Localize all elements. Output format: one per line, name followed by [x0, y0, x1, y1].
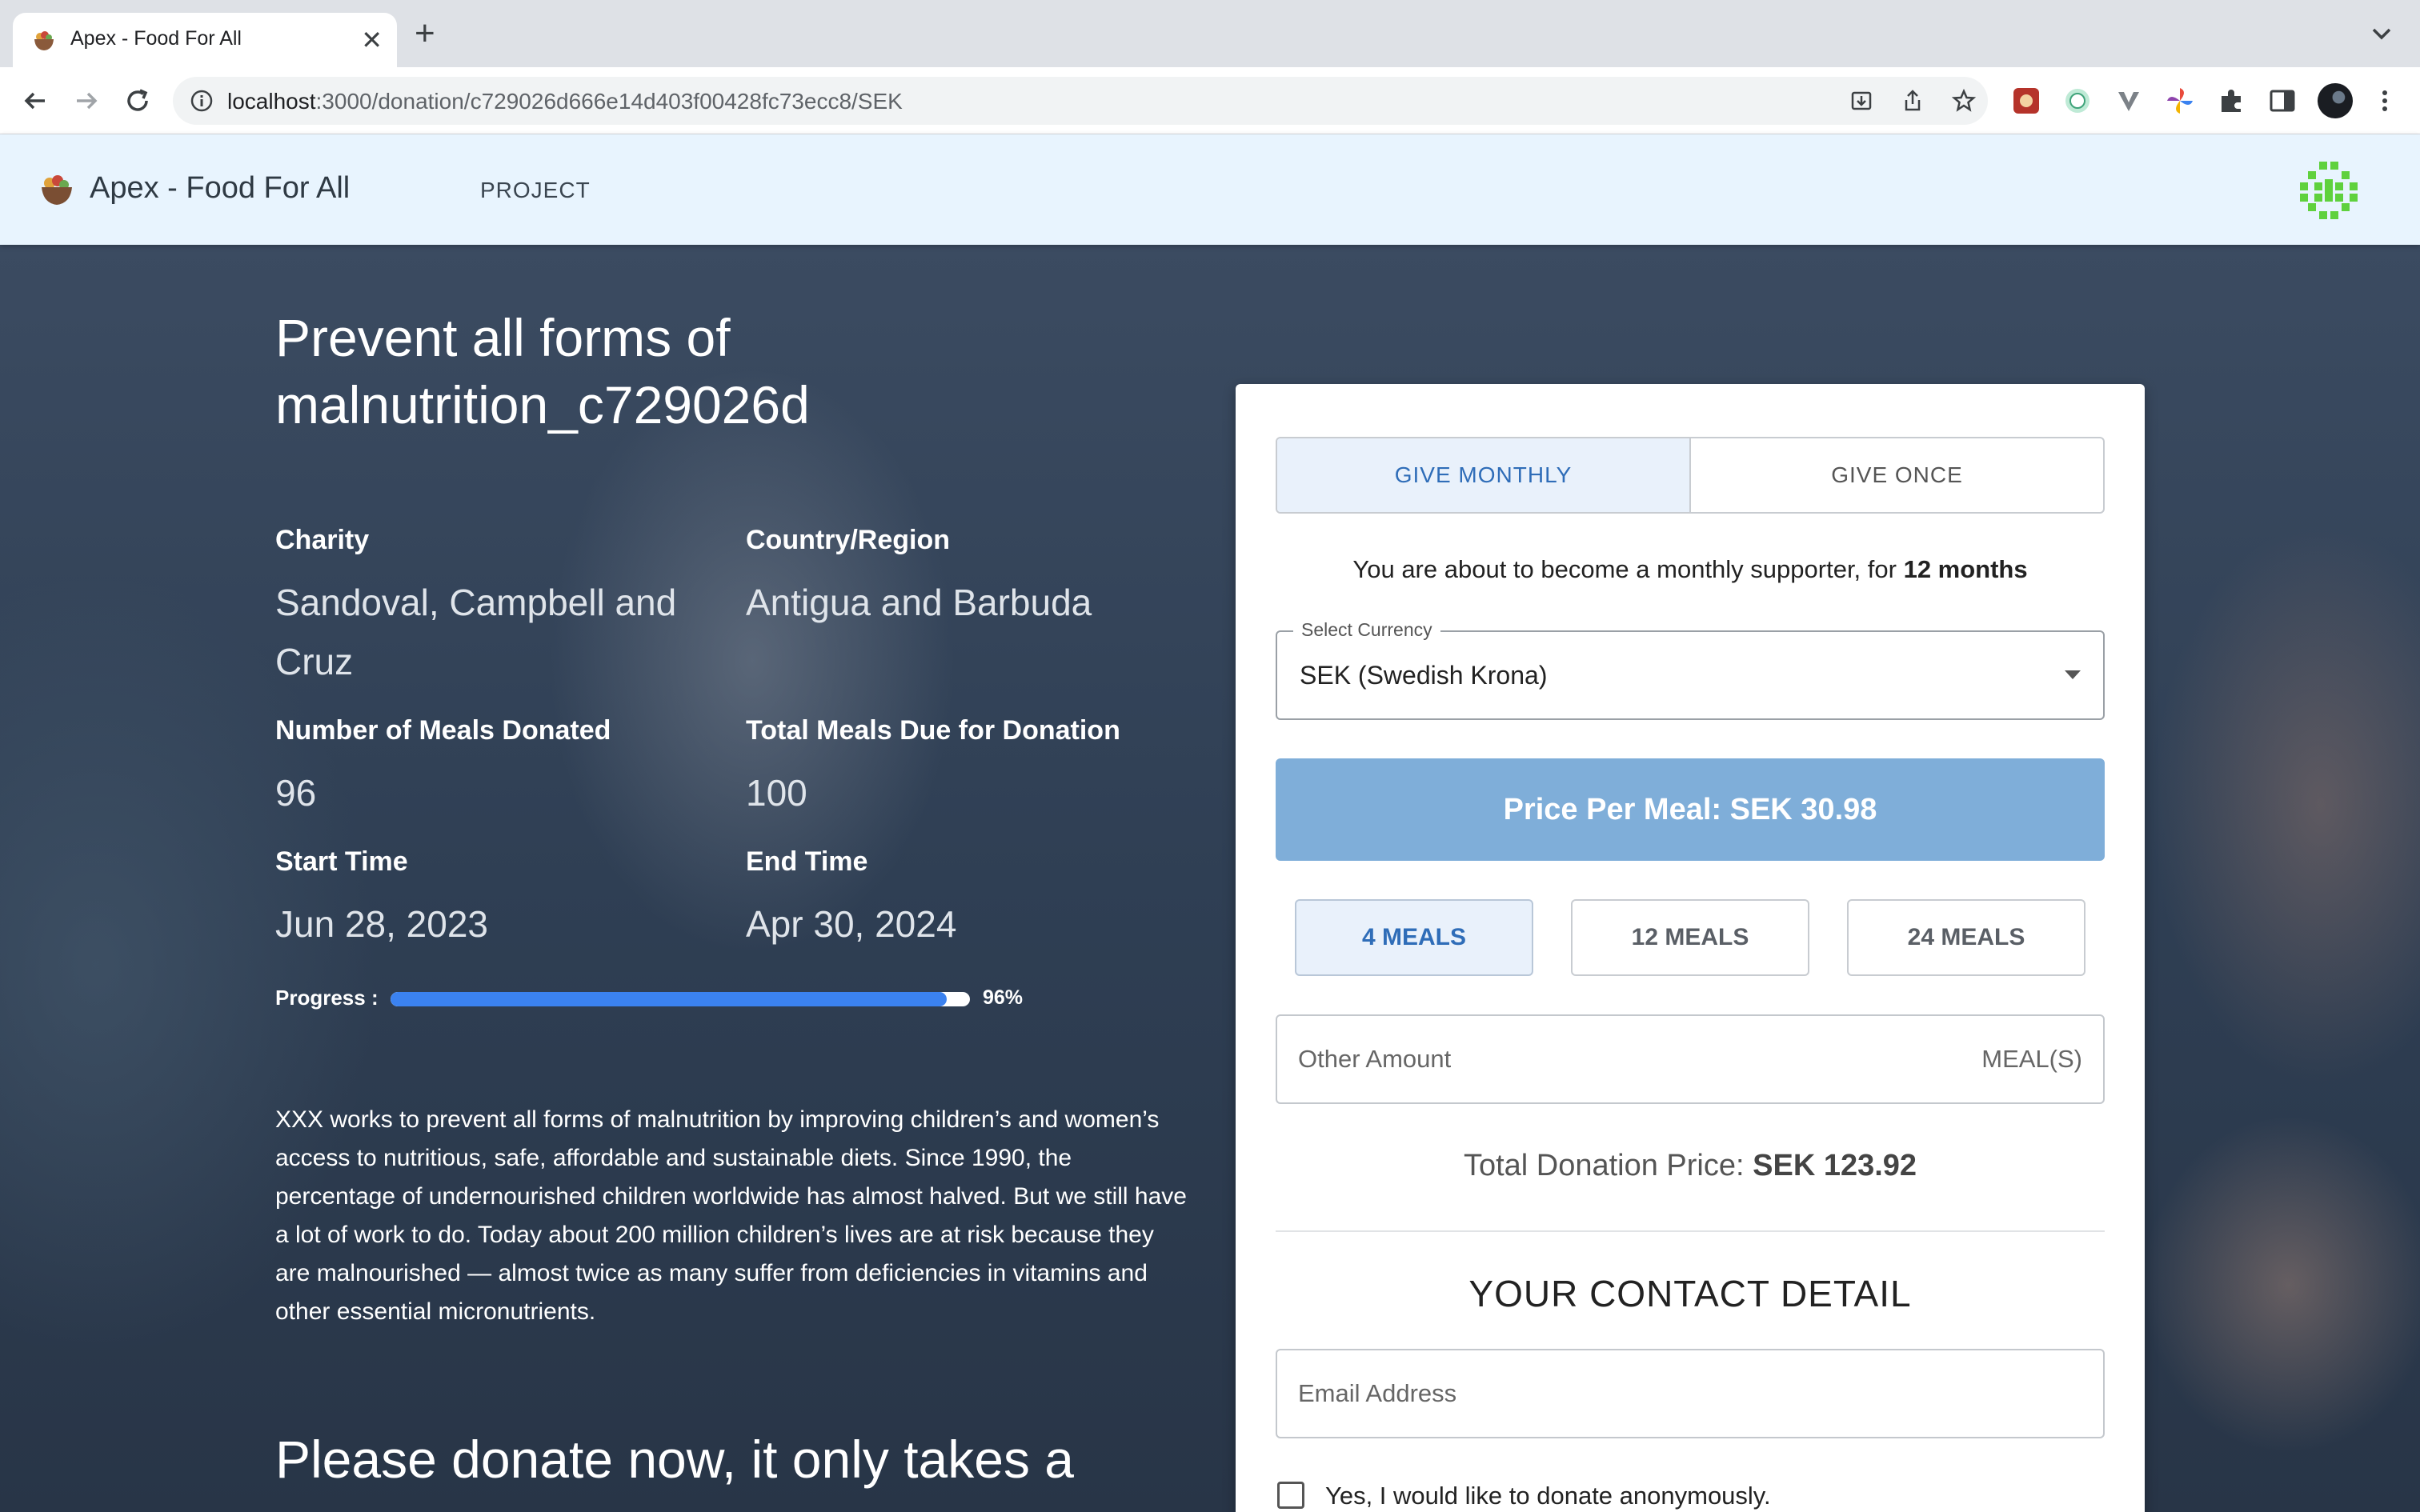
forward-arrow-icon[interactable] — [69, 83, 104, 118]
charity-label: Charity — [275, 525, 370, 555]
other-amount-input[interactable]: Other Amount MEAL(S) — [1276, 1014, 2105, 1104]
price-per-meal-banner: Price Per Meal: SEK 30.98 — [1276, 758, 2105, 861]
progress-bar — [391, 992, 970, 1006]
donate-cta-heading: Please donate now, it only takes a — [275, 1430, 1074, 1489]
extension-v-icon[interactable] — [2113, 85, 2145, 117]
address-bar[interactable]: localhost:3000/donation/c729026d666e14d4… — [173, 77, 1988, 125]
app-header: Apex - Food For All PROJECT — [0, 134, 2420, 245]
give-once-button[interactable]: GIVE ONCE — [1691, 438, 2103, 512]
start-time-label: Start Time — [275, 846, 408, 877]
user-avatar-icon[interactable] — [2295, 157, 2362, 224]
currency-label: Select Currency — [1293, 619, 1440, 641]
frequency-toggle: GIVE MONTHLY GIVE ONCE — [1276, 437, 2105, 514]
info-icon[interactable] — [189, 88, 214, 114]
browser-tabstrip: Apex - Food For All ✕ + — [0, 0, 2420, 67]
other-amount-placeholder: Other Amount — [1298, 1045, 1452, 1073]
extension-red-icon[interactable] — [2010, 85, 2042, 117]
reload-icon[interactable] — [120, 83, 155, 118]
project-description: XXX works to prevent all forms of malnut… — [275, 1106, 1187, 1325]
anonymous-label[interactable]: Yes, I would like to donate anonymously. — [1325, 1482, 1771, 1510]
progress-fill — [391, 992, 948, 1006]
meals-donated-value: 96 — [275, 772, 317, 814]
meals-option-12[interactable]: 12 MEALS — [1571, 899, 1809, 976]
meals-due-label: Total Meals Due for Donation — [746, 715, 1120, 746]
anonymous-checkbox[interactable] — [1277, 1482, 1304, 1509]
end-time-value: Apr 30, 2024 — [746, 903, 957, 945]
browser-toolbar: localhost:3000/donation/c729026d666e14d4… — [0, 67, 2420, 134]
browser-tab[interactable]: Apex - Food For All ✕ — [13, 13, 397, 67]
currency-value: SEK (Swedish Krona) — [1300, 661, 1548, 690]
email-field[interactable]: Email Address — [1276, 1349, 2105, 1438]
back-arrow-icon[interactable] — [18, 83, 53, 118]
url-text: localhost:3000/donation/c729026d666e14d4… — [227, 89, 903, 114]
chevron-down-icon[interactable] — [2367, 19, 2396, 48]
email-placeholder: Email Address — [1298, 1379, 1457, 1407]
total-donation: Total Donation Price: SEK 123.92 — [1463, 1149, 1917, 1182]
divider — [1276, 1230, 2105, 1232]
close-icon[interactable]: ✕ — [361, 24, 383, 56]
share-icon[interactable] — [1900, 88, 1925, 114]
donation-card: GIVE MONTHLY GIVE ONCE You are about to … — [1236, 384, 2145, 1512]
charity-value: Sandoval, Campbell and Cruz — [275, 582, 677, 682]
total-donation-value: SEK 123.92 — [1753, 1149, 1917, 1182]
food-bowl-logo-icon[interactable] — [38, 171, 75, 208]
give-monthly-button[interactable]: GIVE MONTHLY — [1277, 438, 1691, 512]
country-value: Antigua and Barbuda — [746, 582, 1092, 623]
tab-title: Apex - Food For All — [70, 27, 242, 50]
meals-option-24[interactable]: 24 MEALS — [1847, 899, 2085, 976]
side-panel-icon[interactable] — [2266, 85, 2298, 117]
new-tab-icon[interactable]: + — [415, 16, 435, 51]
supporter-message: You are about to become a monthly suppor… — [1352, 555, 2028, 583]
puzzle-icon[interactable] — [2215, 85, 2247, 117]
profile-avatar[interactable] — [2318, 83, 2353, 118]
country-label: Country/Region — [746, 525, 950, 555]
extension-pinwheel-icon[interactable] — [2164, 85, 2196, 117]
dropdown-caret-icon — [2065, 670, 2081, 679]
food-bowl-icon — [34, 31, 54, 50]
project-title: Prevent all forms of malnutrition_c72902… — [275, 308, 810, 434]
nav-project-link[interactable]: PROJECT — [480, 178, 591, 203]
end-time-label: End Time — [746, 846, 868, 877]
progress-label: Progress : — [275, 986, 379, 1010]
start-time-value: Jun 28, 2023 — [275, 903, 489, 945]
install-icon[interactable] — [1849, 88, 1874, 114]
currency-select[interactable]: Select Currency SEK (Swedish Krona) — [1276, 619, 2105, 720]
bookmark-star-icon[interactable] — [1951, 88, 1977, 114]
meals-due-value: 100 — [746, 772, 807, 814]
more-menu-icon[interactable] — [2377, 83, 2393, 118]
supporter-duration: 12 months — [1903, 555, 2028, 583]
meals-option-4[interactable]: 4 MEALS — [1295, 899, 1533, 976]
meals-donated-label: Number of Meals Donated — [275, 715, 611, 746]
other-amount-unit: MEAL(S) — [1981, 1045, 2082, 1073]
contact-heading: YOUR CONTACT DETAIL — [1468, 1273, 1912, 1314]
extension-face-icon[interactable] — [2061, 85, 2093, 117]
app-name[interactable]: Apex - Food For All — [90, 171, 350, 206]
progress-percent: 96% — [983, 986, 1024, 1009]
